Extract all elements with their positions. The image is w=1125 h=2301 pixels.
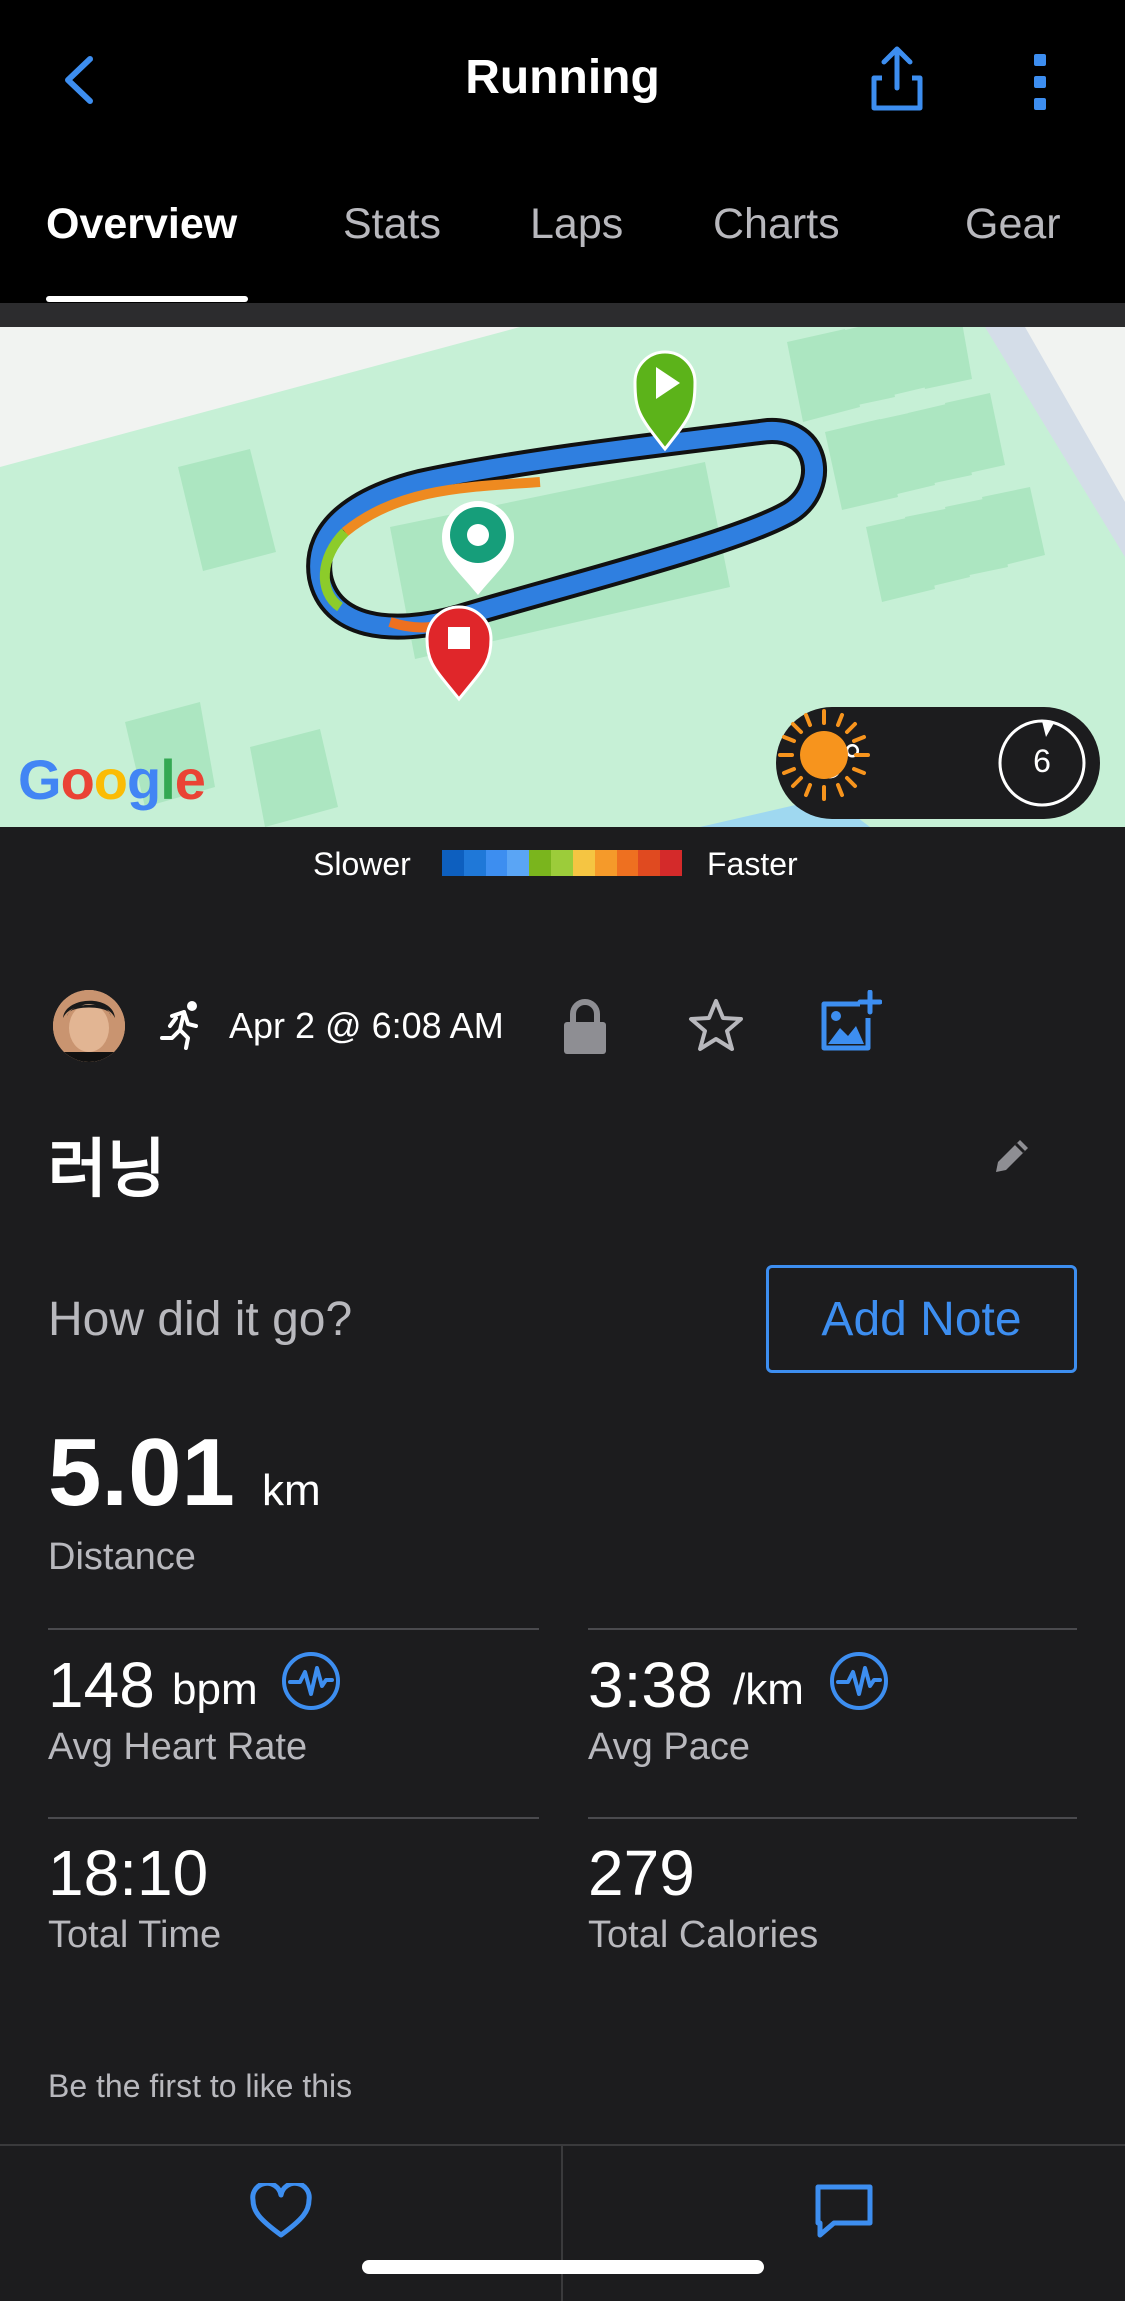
wind-indicator: 6 xyxy=(996,717,1088,809)
active-tab-indicator xyxy=(46,296,248,302)
more-vertical-icon xyxy=(1034,54,1046,110)
pencil-icon[interactable] xyxy=(990,1134,1034,1178)
sun-icon xyxy=(778,709,870,801)
add-photo-icon[interactable] xyxy=(818,990,882,1054)
comment-icon xyxy=(815,2184,873,2238)
pace-chart-icon[interactable] xyxy=(828,1650,890,1712)
pace-color-legend xyxy=(442,850,682,876)
home-indicator xyxy=(362,2260,764,2274)
avatar[interactable] xyxy=(53,990,125,1062)
tab-laps[interactable]: Laps xyxy=(530,200,623,249)
tab-gear[interactable]: Gear xyxy=(965,200,1061,249)
legend-swatch xyxy=(463,850,486,876)
legend-slower-label: Slower xyxy=(313,846,411,882)
legend-swatch xyxy=(485,850,508,876)
more-options-button[interactable] xyxy=(1020,50,1060,114)
legend-faster-label: Faster xyxy=(707,846,798,882)
heart-icon xyxy=(249,2183,312,2238)
total-time-label: Total Time xyxy=(48,1914,222,1956)
note-prompt: How did it go? xyxy=(48,1293,353,1346)
activity-date: Apr 2 @ 6:08 AM xyxy=(229,1005,504,1046)
route-map[interactable]: Google 5° 6 xyxy=(0,327,1125,827)
back-button[interactable] xyxy=(50,45,110,115)
stat-divider xyxy=(588,1817,1077,1819)
tab-charts[interactable]: Charts xyxy=(713,200,840,249)
weather-badge[interactable]: 5° 6 xyxy=(776,707,1100,819)
legend-swatch xyxy=(594,850,617,876)
legend-swatch xyxy=(442,850,464,876)
tab-stats[interactable]: Stats xyxy=(343,200,441,249)
legend-swatch xyxy=(572,850,595,876)
tab-bar-divider xyxy=(0,303,1125,327)
likes-text: Be the first to like this xyxy=(48,2068,353,2104)
heart-rate-label: Avg Heart Rate xyxy=(48,1726,308,1768)
comment-button[interactable] xyxy=(563,2146,1125,2276)
lock-icon[interactable] xyxy=(560,996,610,1056)
share-icon xyxy=(871,46,923,111)
tab-overview[interactable]: Overview xyxy=(46,200,237,249)
heart-rate-unit: bpm xyxy=(172,1665,258,1714)
legend-swatch xyxy=(638,850,661,876)
legend-swatch xyxy=(551,850,573,876)
stat-divider xyxy=(588,1628,1077,1630)
legend-swatch xyxy=(660,850,682,876)
running-icon xyxy=(160,1001,198,1050)
top-app-bar: Running xyxy=(0,0,1125,165)
pace-unit: /km xyxy=(733,1665,804,1714)
distance-unit: km xyxy=(262,1466,321,1515)
activity-title: 러닝 xyxy=(48,1133,166,1207)
stat-divider xyxy=(48,1817,539,1819)
share-button[interactable] xyxy=(862,42,932,116)
chevron-left-icon xyxy=(65,56,93,104)
distance-label: Distance xyxy=(48,1536,196,1578)
add-note-button[interactable]: Add Note xyxy=(766,1265,1077,1373)
avatar-image xyxy=(53,990,125,1062)
tab-bar: Overview Stats Laps Charts Gear xyxy=(0,165,1125,303)
distance-value: 5.01 xyxy=(48,1419,235,1526)
stat-divider xyxy=(48,1628,539,1630)
pace-value: 3:38 xyxy=(588,1649,713,1721)
legend-swatch xyxy=(507,850,530,876)
page-title: Running xyxy=(465,51,660,104)
legend-swatch xyxy=(529,850,552,876)
like-button[interactable] xyxy=(0,2146,561,2276)
pace-label: Avg Pace xyxy=(588,1726,750,1768)
total-time-value: 18:10 xyxy=(48,1837,209,1909)
legend-swatch xyxy=(616,850,639,876)
google-logo: Google xyxy=(18,748,206,811)
heart-rate-chart-icon[interactable] xyxy=(280,1650,342,1712)
calories-value: 279 xyxy=(588,1837,695,1909)
heart-rate-value: 148 xyxy=(48,1649,155,1721)
star-icon[interactable] xyxy=(686,996,746,1056)
wind-speed: 6 xyxy=(1033,743,1051,779)
calories-label: Total Calories xyxy=(588,1914,819,1956)
